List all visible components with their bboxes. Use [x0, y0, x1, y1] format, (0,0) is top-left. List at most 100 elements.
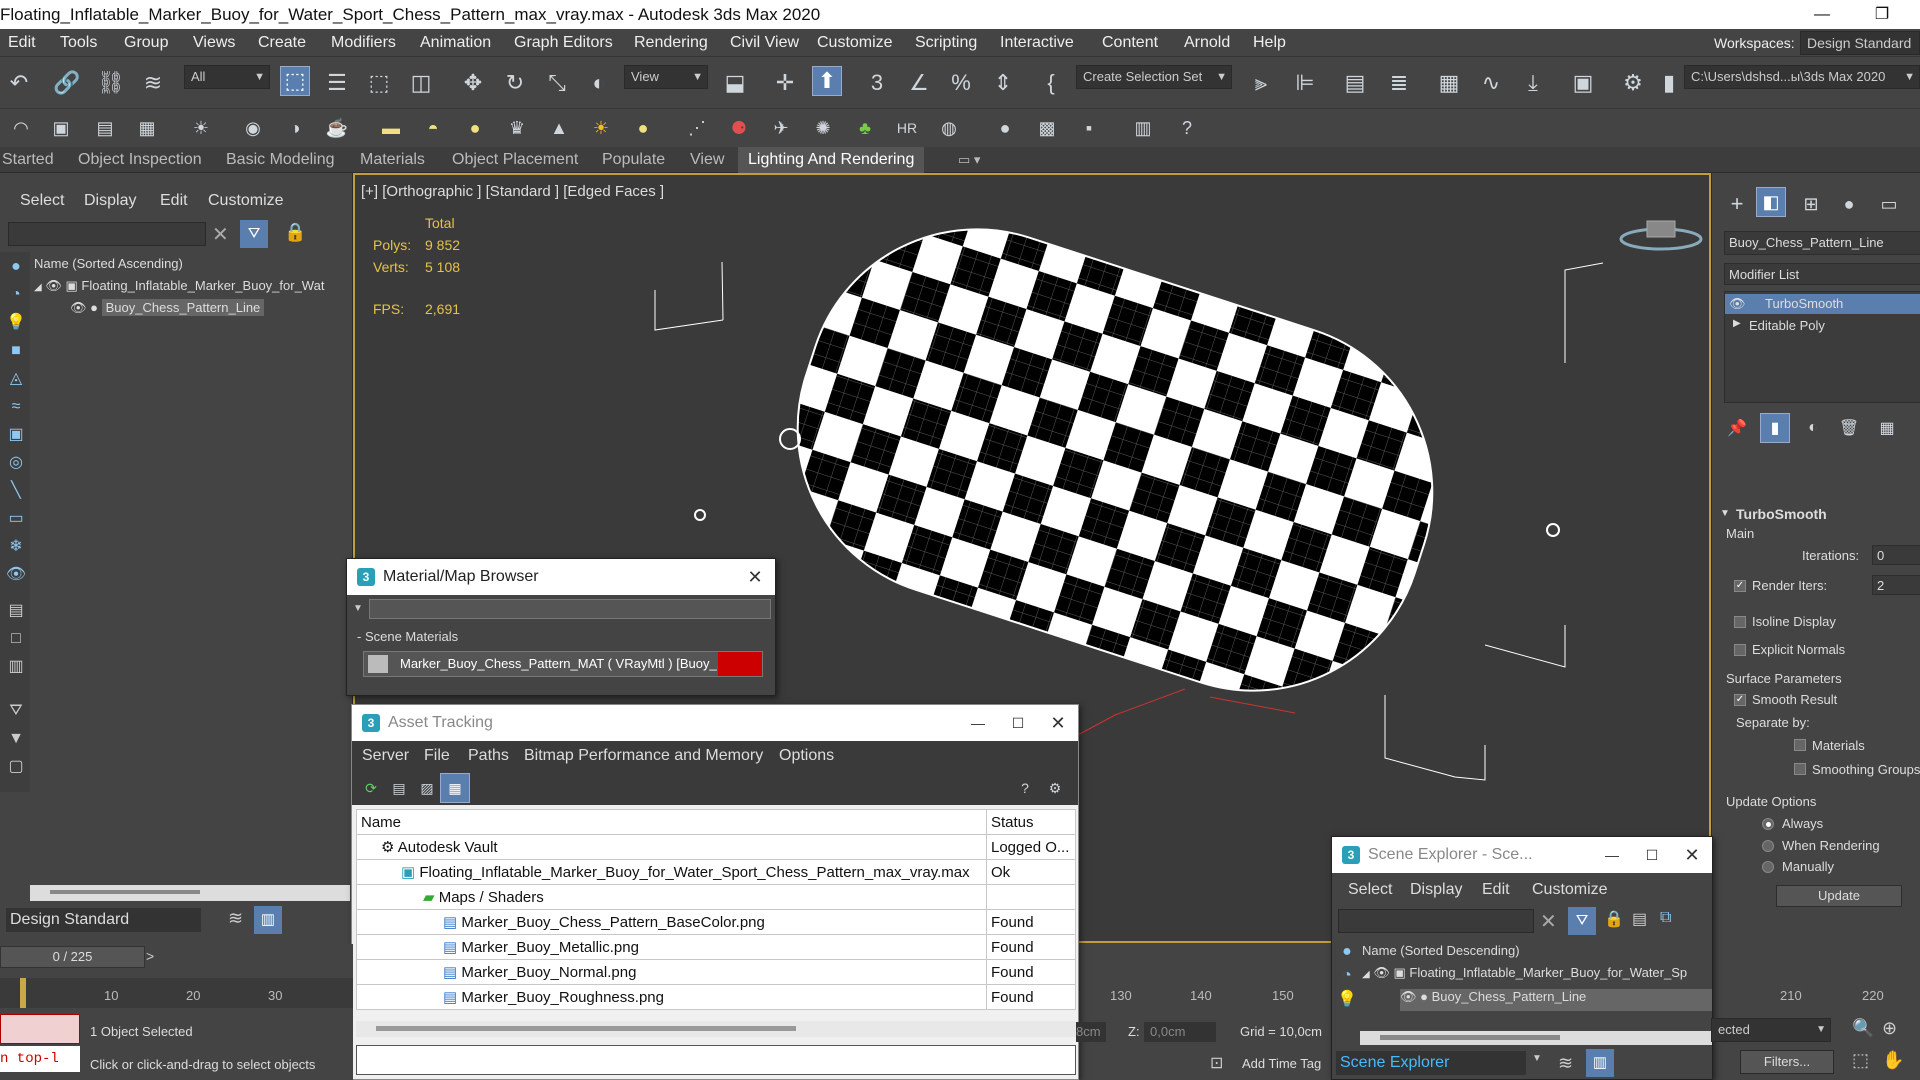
restore-button[interactable]: ❐ — [1862, 0, 1902, 29]
se-filter-icon[interactable]: ⛛ — [1568, 907, 1596, 935]
menu-interactive[interactable]: Interactive — [1000, 29, 1074, 57]
lights-filter-icon[interactable]: 💡 — [5, 312, 27, 334]
se-lock-icon[interactable]: 🔒 — [1604, 909, 1624, 929]
viewcube-icon[interactable] — [1619, 217, 1703, 251]
browser-options-icon[interactable]: ▼ — [353, 603, 363, 614]
left-search-input[interactable] — [8, 222, 206, 246]
table-row[interactable]: ▤ Marker_Buoy_Roughness.png Found — [356, 984, 1076, 1010]
minimize-button[interactable]: — — [1802, 0, 1842, 29]
thumbnail-view-icon[interactable]: ▨ — [412, 773, 442, 803]
asset-path-field[interactable] — [356, 1045, 1076, 1075]
layer-icon[interactable]: ▢ — [5, 756, 27, 778]
left-menu-customize[interactable]: Customize — [208, 192, 284, 214]
table-icon[interactable]: ▤ — [90, 113, 120, 143]
filter-funnel-icon[interactable]: ⛛ — [5, 700, 27, 722]
display-all-icon[interactable]: ▤ — [5, 600, 27, 622]
table-row[interactable]: ▰ Maps / Shaders — [356, 884, 1076, 910]
shapes-filter-icon[interactable]: ◔ — [5, 284, 27, 306]
selection-filter-dropdown[interactable]: All ▼ — [184, 65, 270, 89]
scatter-icon[interactable]: ✺ — [808, 113, 838, 143]
menu-create[interactable]: Create — [258, 29, 306, 57]
place-icon[interactable]: ◐ — [584, 68, 614, 98]
tab-basic-modeling[interactable]: Basic Modeling — [226, 147, 335, 173]
material-browser-close-button[interactable]: ✕ — [735, 559, 775, 595]
menu-content[interactable]: Content — [1102, 29, 1158, 57]
project-path-dropdown[interactable]: C:\Users\dshsd...ы\3ds Max 2020 ▼ — [1684, 65, 1920, 89]
groups-filter-icon[interactable]: ▣ — [5, 424, 27, 446]
left-tree-child[interactable]: 👁 ● Buoy_Chess_Pattern_Line — [70, 299, 350, 322]
create-tab-icon[interactable]: + — [1722, 189, 1752, 219]
table-row[interactable]: ▤ Marker_Buoy_Normal.png Found — [356, 959, 1076, 985]
pin-stack-icon[interactable]: 📌 — [1722, 413, 1752, 443]
lightmix-icon[interactable]: ▩ — [1032, 113, 1062, 143]
se-tree-root[interactable]: ◢ 👁 ▣ Floating_Inflatable_Marker_Buoy_fo… — [1362, 965, 1712, 987]
named-selection-dropdown[interactable]: Create Selection Set ▼ — [1076, 65, 1232, 89]
se-hierarchy-icon[interactable]: ▤ — [1632, 909, 1647, 929]
isoline-checkbox[interactable] — [1734, 616, 1746, 628]
asset-tracking-minimize-button[interactable]: — — [958, 705, 998, 741]
window-crossing-icon[interactable]: ◫ — [406, 68, 436, 98]
menu-views[interactable]: Views — [193, 29, 235, 57]
expand-icon[interactable]: ◢ — [1362, 969, 1370, 980]
se-menu-display[interactable]: Display — [1410, 881, 1462, 899]
menu-rendering[interactable]: Rendering — [634, 29, 708, 57]
asset-tracking-maximize-button[interactable]: ☐ — [998, 705, 1038, 741]
at-menu-server[interactable]: Server — [362, 741, 409, 771]
se-geometry-filter-icon[interactable]: ● — [1336, 941, 1358, 963]
sphere-light-icon[interactable]: ● — [460, 113, 490, 143]
make-unique-icon[interactable]: ◐ — [1798, 413, 1828, 443]
table-row[interactable]: ▤ Marker_Buoy_Chess_Pattern_BaseColor.pn… — [356, 909, 1076, 935]
scene-materials-header[interactable]: - Scene Materials — [357, 629, 458, 644]
left-name-header[interactable]: Name (Sorted Ascending) — [34, 256, 183, 271]
light-lister-icon[interactable]: ☀ — [186, 113, 216, 143]
menu-graph-editors[interactable]: Graph Editors — [514, 29, 613, 57]
tab-view[interactable]: View — [690, 147, 724, 173]
add-time-tag[interactable]: Add Time Tag — [1242, 1056, 1321, 1071]
se-tree-child[interactable]: 👁 ● Buoy_Chess_Pattern_Line — [1400, 989, 1712, 1011]
maxscript-listener[interactable] — [0, 1014, 80, 1044]
show-end-result-icon[interactable]: ▮ — [1760, 413, 1790, 443]
reference-coordinate-dropdown[interactable]: View ▼ — [624, 65, 708, 89]
lasso-icon[interactable]: ◠ — [6, 113, 36, 143]
zoom-all-icon[interactable]: ⊕ — [1882, 1018, 1897, 1039]
name-column-header[interactable]: Name — [356, 809, 987, 835]
camera-icon[interactable]: ◉ — [238, 113, 268, 143]
mesh-light-icon[interactable]: ♛ — [502, 113, 532, 143]
table-view-icon[interactable]: ▦ — [440, 773, 470, 803]
geometry-filter-icon[interactable]: ● — [5, 256, 27, 278]
se-scene-explorer-icon[interactable]: ▥ — [1586, 1049, 1614, 1077]
tab-object-placement[interactable]: Object Placement — [452, 147, 578, 173]
smoothing-groups-checkbox[interactable] — [1794, 763, 1806, 775]
browser-search-input[interactable] — [369, 599, 771, 619]
se-scrollbar[interactable] — [1360, 1031, 1712, 1045]
left-tree-root[interactable]: ◢ 👁 ▣ Floating_Inflatable_Marker_Buoy_fo… — [34, 278, 350, 300]
pivot-icon[interactable]: ⬓ — [720, 68, 750, 98]
stack-item-editable-poly[interactable]: ▶ Editable Poly — [1725, 316, 1920, 336]
ribbon-options-icon[interactable]: ▭ ▾ — [958, 147, 980, 173]
keyboard-shortcut-override-icon[interactable]: ⬆ — [812, 66, 842, 96]
menu-help[interactable]: Help — [1253, 29, 1286, 57]
se-shapes-filter-icon[interactable]: ◔ — [1336, 965, 1358, 987]
se-explorer-dropdown-arrow-icon[interactable]: ▼ — [1532, 1053, 1542, 1064]
configure-modifier-sets-icon[interactable]: ▦ — [1872, 413, 1902, 443]
stack-eye-icon[interactable]: 👁 — [1729, 296, 1746, 312]
lock-icon[interactable]: 🔒 — [284, 222, 306, 243]
filters-button[interactable]: Filters... — [1740, 1050, 1834, 1074]
at-menu-options[interactable]: Options — [779, 741, 834, 771]
asset-horizontal-scrollbar[interactable] — [356, 1021, 1076, 1037]
table-row[interactable]: ⚙ Autodesk Vault Logged O... — [356, 834, 1076, 860]
tab-object-inspection[interactable]: Object Inspection — [78, 147, 202, 173]
se-clear-search-icon[interactable]: ✕ — [1540, 909, 1557, 934]
x-coordinate-field[interactable]: 8cm — [1076, 1022, 1106, 1042]
layer-explorer-icon[interactable]: ≣ — [1384, 68, 1414, 98]
helpers-filter-icon[interactable]: ◬ — [5, 368, 27, 390]
tab-materials[interactable]: Materials — [360, 147, 425, 173]
render-iters-checkbox[interactable]: ✓ — [1734, 580, 1746, 592]
fur-icon[interactable]: ⋰ — [682, 113, 712, 143]
rollout-collapse-icon[interactable]: ▼ — [1720, 508, 1730, 519]
export-icon[interactable]: ▥ — [1128, 113, 1158, 143]
refresh-icon[interactable]: ⟳ — [356, 773, 386, 803]
display-none-icon[interactable]: □ — [5, 628, 27, 650]
hidden-filter-icon[interactable]: 👁 — [5, 564, 27, 586]
select-object-icon[interactable]: ⬚ — [280, 66, 310, 96]
